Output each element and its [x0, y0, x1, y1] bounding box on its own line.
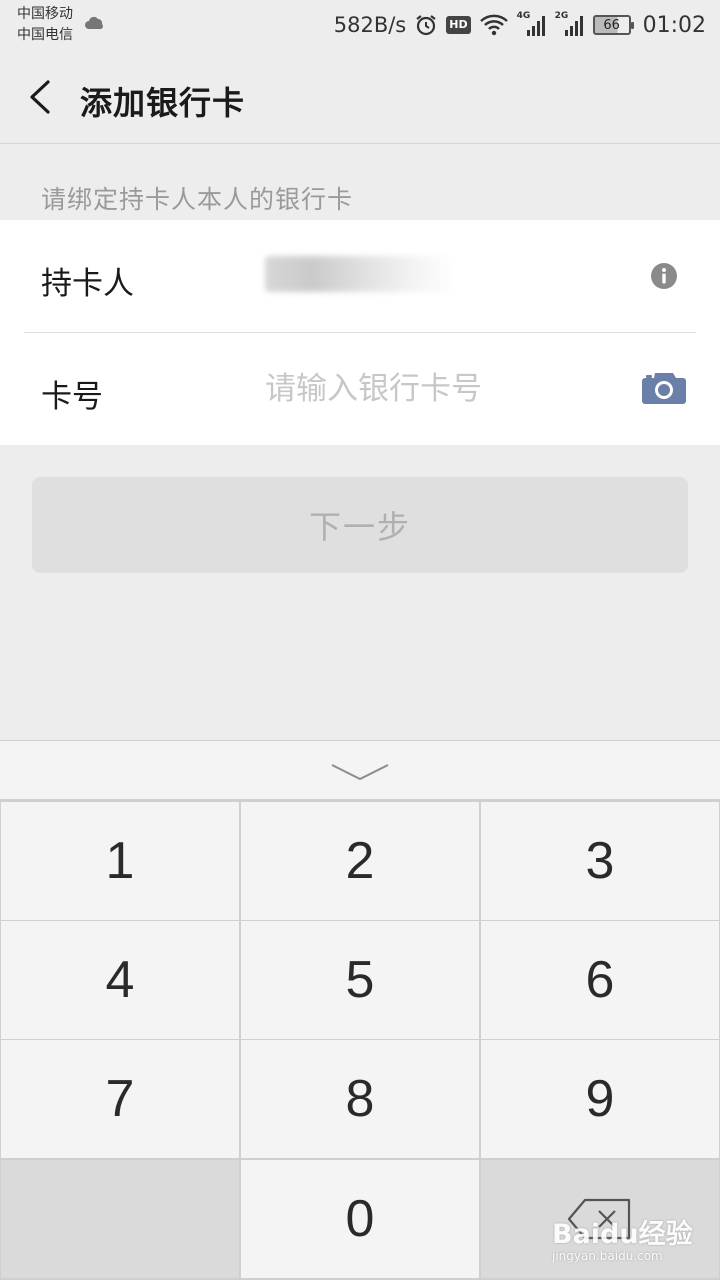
card-number-label: 卡号 [41, 379, 103, 415]
next-button[interactable]: 下一步 [32, 477, 688, 573]
key-0[interactable]: 0 [241, 1160, 479, 1278]
info-icon[interactable] [650, 262, 678, 290]
bind-hint: 请绑定持卡人本人的银行卡 [41, 185, 354, 214]
chevron-left-icon[interactable] [20, 74, 60, 120]
carrier-info: 中国移动 中国电信 [17, 4, 73, 46]
status-right: 582B/s HD 4G 2G 66 01:02 [334, 10, 706, 40]
carrier-1: 中国移动 [17, 6, 73, 22]
key-5[interactable]: 5 [241, 921, 479, 1039]
numeric-keyboard: 1 2 3 4 5 6 7 8 9 0 [0, 740, 720, 1280]
form-card: 持卡人 卡号 [0, 220, 720, 445]
keyboard-collapse-bar[interactable] [0, 740, 720, 800]
alarm-icon [416, 15, 436, 36]
hd-badge: HD [446, 16, 471, 34]
signal-1: 4G [517, 11, 547, 37]
backspace-icon [567, 1198, 631, 1240]
signal-icon [526, 16, 545, 36]
signal-2: 2G [555, 11, 585, 37]
title-bar: 添加银行卡 [0, 50, 720, 144]
key-9[interactable]: 9 [481, 1040, 719, 1158]
key-blank [1, 1160, 239, 1278]
card-holder-label: 持卡人 [41, 266, 134, 302]
key-2[interactable]: 2 [241, 802, 479, 920]
camera-icon[interactable] [641, 369, 687, 405]
signal-icon [564, 16, 583, 36]
net-speed: 582B/s [333, 13, 407, 37]
clock-time: 01:02 [642, 12, 706, 38]
card-holder-value [265, 256, 455, 292]
chevron-down-icon[interactable] [330, 761, 390, 783]
card-number-input[interactable] [265, 367, 625, 411]
status-bar: 中国移动 中国电信 582B/s HD 4G 2G 66 01:02 [0, 0, 720, 50]
cloud-icon [85, 16, 103, 29]
key-1[interactable]: 1 [1, 802, 239, 920]
battery-icon: 66 [592, 15, 634, 35]
page-title: 添加银行卡 [80, 84, 246, 122]
key-3[interactable]: 3 [481, 802, 719, 920]
key-7[interactable]: 7 [1, 1040, 239, 1158]
card-holder-row: 持卡人 [0, 220, 720, 332]
card-number-row: 卡号 [0, 333, 720, 445]
key-6[interactable]: 6 [481, 921, 719, 1039]
carrier-2: 中国电信 [17, 27, 73, 43]
key-8[interactable]: 8 [241, 1040, 479, 1158]
delete-key[interactable] [481, 1160, 719, 1278]
wifi-icon [479, 14, 508, 36]
key-4[interactable]: 4 [1, 921, 239, 1039]
